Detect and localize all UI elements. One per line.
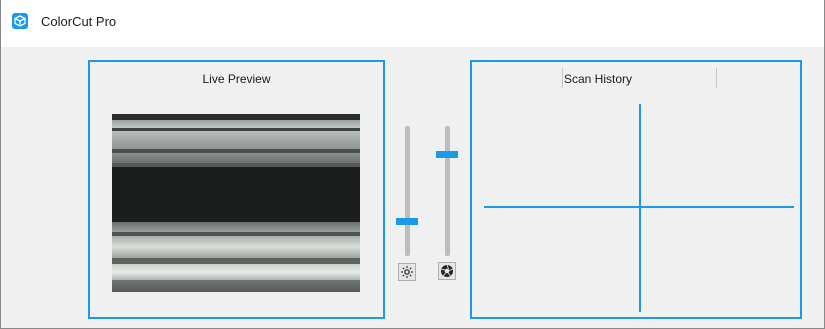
history-header-divider — [562, 68, 563, 88]
crosshair-vertical — [639, 104, 641, 312]
brightness-slider-thumb[interactable] — [396, 218, 418, 226]
exposure-slider-track[interactable] — [445, 126, 450, 256]
live-preview-title: Live Preview — [202, 72, 271, 86]
camera-feed — [112, 114, 360, 292]
brightness-slider-track[interactable] — [405, 126, 410, 256]
crosshair-horizontal — [484, 206, 794, 208]
exposure-slider-thumb[interactable] — [436, 150, 458, 158]
title-bar[interactable]: ColorCut Pro — [1, 0, 824, 47]
brightness-button[interactable] — [398, 263, 416, 281]
window-title: ColorCut Pro — [41, 14, 117, 29]
app-window: ColorCut Pro Live Preview Scan History — [0, 0, 825, 329]
scan-history-title: Scan History — [564, 72, 633, 86]
scan-history-panel: Scan History — [470, 60, 802, 319]
exposure-button[interactable] — [438, 262, 456, 280]
brightness-slider[interactable] — [396, 126, 418, 256]
live-preview-panel: Live Preview — [88, 60, 385, 319]
cube-icon — [12, 13, 28, 29]
aperture-icon — [441, 264, 453, 277]
brightness-icon — [401, 266, 413, 278]
history-header-divider — [716, 68, 717, 88]
exposure-slider[interactable] — [436, 126, 458, 256]
